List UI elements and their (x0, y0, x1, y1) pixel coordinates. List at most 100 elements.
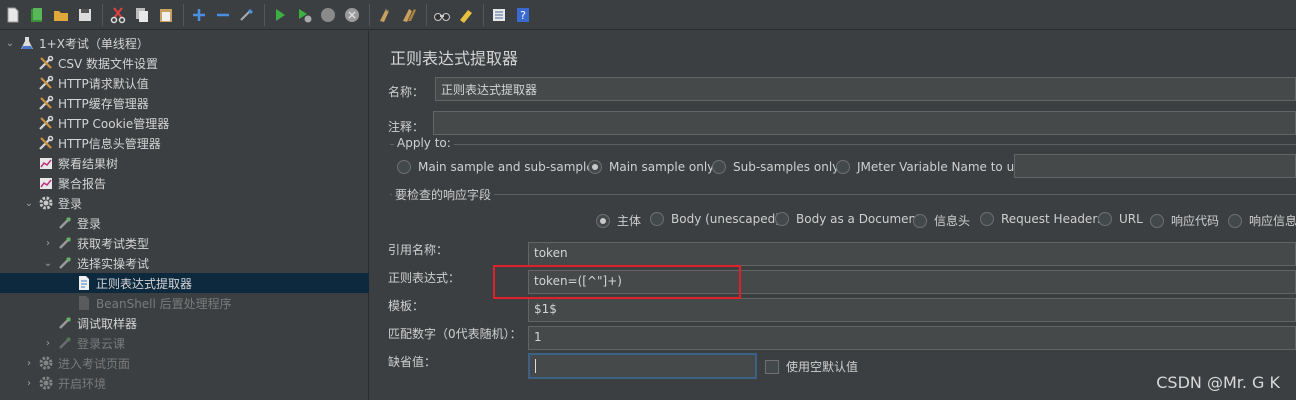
tree-node[interactable]: HTTP请求默认值 (0, 73, 369, 93)
tree-node[interactable]: 调试取样器 (0, 313, 369, 333)
copy-icon[interactable] (131, 4, 153, 26)
tree-node[interactable]: ⌄ 1+X考试（单线程） (0, 33, 369, 53)
tree-node-label: HTTP信息头管理器 (58, 136, 161, 151)
radio-headers[interactable]: 信息头 (913, 212, 970, 229)
radio-dot (1098, 212, 1112, 226)
text-caret (535, 358, 536, 373)
radio-request-headers[interactable]: Request Headers (980, 212, 1104, 226)
tree-node[interactable]: HTTP缓存管理器 (0, 93, 369, 113)
reset-search-icon[interactable] (455, 4, 477, 26)
tree-node[interactable]: CSV 数据文件设置 (0, 53, 369, 73)
radio-body[interactable]: 主体 (596, 212, 641, 229)
chevron-right-icon[interactable]: › (42, 238, 54, 249)
tree-node[interactable]: › 进入考试页面 (0, 353, 369, 373)
tree-node[interactable]: 登录 (0, 213, 369, 233)
radio-dot (588, 160, 602, 174)
help-icon[interactable]: ? (512, 4, 534, 26)
tree-node[interactable]: 察看结果树 (0, 153, 369, 173)
tree-node-label: HTTP请求默认值 (58, 76, 149, 91)
radio-main-and-sub[interactable]: Main sample and sub-samples (397, 160, 600, 174)
start-no-pause-icon[interactable] (293, 4, 315, 26)
toggle-icon[interactable] (236, 4, 258, 26)
radio-body-unescaped[interactable]: Body (unescaped) (650, 212, 780, 226)
chevron-right-icon[interactable]: › (42, 338, 54, 349)
radio-url[interactable]: URL (1098, 212, 1143, 226)
tree-node[interactable]: 聚合报告 (0, 173, 369, 193)
radio-label: 信息头 (934, 214, 971, 228)
match-no-field[interactable]: 1 (528, 326, 1296, 350)
stop-icon[interactable] (317, 4, 339, 26)
cut-icon[interactable] (107, 4, 129, 26)
sampler-icon (56, 334, 74, 352)
tree-node[interactable]: HTTP Cookie管理器 (0, 113, 369, 133)
clear-all-icon[interactable] (398, 4, 420, 26)
expand-icon[interactable] (188, 4, 210, 26)
default-value-field[interactable] (529, 354, 756, 378)
toolbar-separator (426, 3, 427, 26)
templates-icon[interactable] (26, 4, 48, 26)
tree-node-label: 1+X考试（单线程） (39, 36, 149, 51)
toolbar-separator (483, 3, 484, 26)
function-helper-icon[interactable] (488, 4, 510, 26)
use-empty-default-checkbox[interactable]: 使用空默认值 (765, 358, 858, 375)
sampler-icon (56, 234, 74, 252)
new-icon[interactable] (2, 4, 24, 26)
tree-node[interactable]: › 获取考试类型 (0, 233, 369, 253)
listener-icon (37, 154, 55, 172)
tree-node[interactable]: › 登录云课 (0, 333, 369, 353)
config-icon (37, 114, 55, 132)
toolbar-separator (264, 3, 265, 26)
tree-node-label: 登录 (58, 196, 83, 211)
start-icon[interactable] (269, 4, 291, 26)
config-icon (37, 134, 55, 152)
checkbox-label: 使用空默认值 (786, 360, 859, 374)
jmeter-variable-field[interactable] (1014, 154, 1296, 178)
tree-node-label: CSV 数据文件设置 (58, 56, 159, 71)
radio-main-only[interactable]: Main sample only (588, 160, 714, 174)
radio-jmeter-variable[interactable]: JMeter Variable Name to use (836, 160, 1028, 174)
radio-response-code[interactable]: 响应代码 (1150, 212, 1219, 229)
svg-text:?: ? (520, 9, 526, 22)
chevron-down-icon[interactable]: ⌄ (4, 38, 16, 49)
radio-response-message[interactable]: 响应信息 (1228, 212, 1296, 229)
radio-dot (712, 160, 726, 174)
ref-name-field[interactable]: token (528, 242, 1296, 266)
test-plan-tree[interactable]: ⌄ 1+X考试（单线程） CSV 数据文件设置 HTTP请求默认值 HTTP缓存管理器 H… (0, 31, 369, 400)
radio-body-as-document[interactable]: Body as a Document (775, 212, 921, 226)
clear-icon[interactable] (374, 4, 396, 26)
tree-node[interactable]: ⌄ 选择实操考试 (0, 253, 369, 273)
chevron-right-icon[interactable]: › (23, 378, 35, 389)
tree-node-label: 调试取样器 (77, 316, 138, 331)
radio-dot (650, 212, 664, 226)
tree-node[interactable]: › 开启环境 (0, 373, 369, 393)
chevron-down-icon[interactable]: ⌄ (23, 198, 35, 209)
save-icon[interactable] (74, 4, 96, 26)
tree-node-label: 开启环境 (58, 376, 107, 391)
radio-dot (836, 160, 850, 174)
radio-label: Request Headers (1001, 212, 1104, 226)
radio-dot (775, 212, 789, 226)
radio-label: Main sample only (609, 160, 715, 174)
template-field[interactable]: $1$ (528, 298, 1296, 322)
tree-node[interactable]: HTTP信息头管理器 (0, 133, 369, 153)
extractor-icon (75, 274, 93, 292)
name-field[interactable]: 正则表达式提取器 (435, 77, 1296, 101)
test-plan-icon (18, 34, 36, 52)
tree-node[interactable]: BeanShell 后置处理程序 (0, 293, 369, 313)
chevron-down-icon[interactable]: ⌄ (42, 258, 54, 269)
collapse-icon[interactable] (212, 4, 234, 26)
radio-label: 响应代码 (1171, 214, 1220, 228)
paste-icon[interactable] (155, 4, 177, 26)
postprocessor-icon (75, 294, 93, 312)
comment-field[interactable] (433, 111, 1296, 135)
search-icon[interactable] (431, 4, 453, 26)
tree-node[interactable]: 正则表达式提取器 (0, 273, 369, 293)
tree-node[interactable]: ⌄ 登录 (0, 193, 369, 213)
toolbar-separator (102, 3, 103, 26)
radio-sub-only[interactable]: Sub-samples only (712, 160, 839, 174)
radio-label: Sub-samples only (733, 160, 840, 174)
chevron-right-icon[interactable]: › (23, 358, 35, 369)
regex-extractor-panel: 正则表达式提取器 名称： 正则表达式提取器 注释： Apply to: Main… (378, 31, 1296, 400)
open-icon[interactable] (50, 4, 72, 26)
shutdown-icon[interactable] (341, 4, 363, 26)
